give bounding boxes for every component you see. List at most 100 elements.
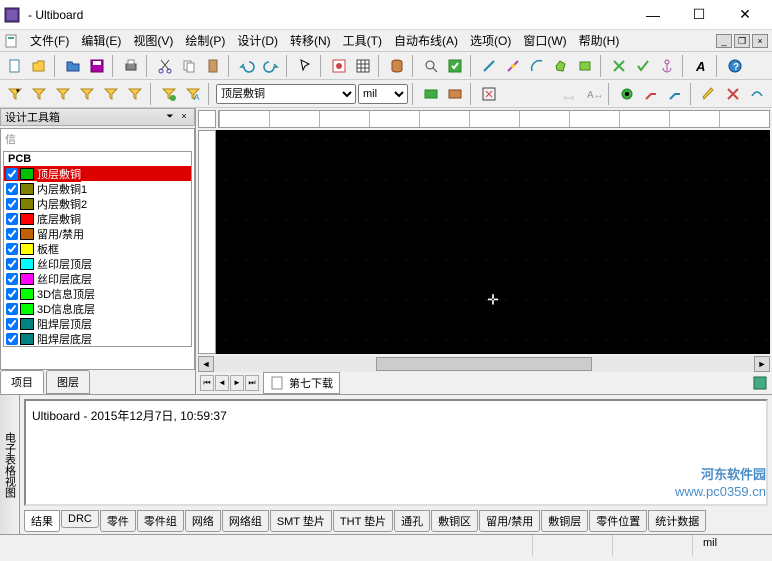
bottom-tab[interactable]: THT 垫片 (333, 510, 393, 532)
new-button[interactable] (4, 55, 26, 77)
layer-row[interactable]: 板框 (4, 241, 191, 256)
layer-checkbox[interactable] (6, 228, 18, 240)
layer-row[interactable]: 阻焊层顶层 (4, 316, 191, 331)
scroll-right[interactable]: ► (754, 356, 770, 372)
poly-tool[interactable] (550, 55, 572, 77)
menu-edit[interactable]: 编辑(E) (75, 30, 127, 51)
layer-checkbox[interactable] (6, 168, 18, 180)
doc-tab[interactable]: 第七下载 (263, 372, 340, 394)
bottom-tab[interactable]: 网络 (185, 510, 221, 532)
dim2-tool[interactable]: A↔ (582, 83, 604, 105)
check2-tool[interactable] (632, 55, 654, 77)
scroll-thumb[interactable] (376, 357, 592, 371)
panel-pin-icon[interactable]: ⏷ (164, 111, 176, 123)
copy-button[interactable] (178, 55, 200, 77)
bottom-tab[interactable]: 留用/禁用 (479, 510, 540, 532)
open-folder-button[interactable] (62, 55, 84, 77)
layer-row[interactable]: 3D信息顶层 (4, 286, 191, 301)
layer-row[interactable]: 留用/禁用 (4, 226, 191, 241)
menu-autoroute[interactable]: 自动布线(A) (388, 30, 464, 51)
text-tool[interactable]: A (690, 55, 712, 77)
dim1-tool[interactable] (558, 83, 580, 105)
menu-window[interactable]: 窗口(W) (517, 30, 572, 51)
layer-row[interactable]: 阻焊层底层 (4, 331, 191, 346)
unit-combo[interactable]: mil (358, 84, 408, 104)
paste-button[interactable] (202, 55, 224, 77)
panel-close-icon[interactable]: × (178, 111, 190, 123)
bottom-tab[interactable]: 结果 (24, 510, 60, 532)
layer-checkbox[interactable] (6, 288, 18, 300)
save-button[interactable] (86, 55, 108, 77)
maximize-button[interactable]: ☐ (676, 0, 722, 30)
filter7[interactable] (158, 83, 180, 105)
spreadsheet-vtab[interactable]: 电子表格视图 (0, 395, 20, 534)
bottom-tab[interactable]: SMT 垫片 (270, 510, 332, 532)
cross-tool[interactable] (722, 83, 744, 105)
layer-checkbox[interactable] (6, 273, 18, 285)
via-tool[interactable] (616, 83, 638, 105)
undo-button[interactable] (236, 55, 258, 77)
trace2-tool[interactable] (664, 83, 686, 105)
filter3[interactable] (52, 83, 74, 105)
pcb-canvas[interactable]: ✛ (216, 130, 770, 354)
bottom-tab[interactable]: 敷铜区 (431, 510, 478, 532)
close-button[interactable]: ✕ (722, 0, 768, 30)
scroll-left[interactable]: ◄ (198, 356, 214, 372)
layer-checkbox[interactable] (6, 243, 18, 255)
bottom-tab[interactable]: 零件组 (137, 510, 184, 532)
pointer-button[interactable] (294, 55, 316, 77)
bottom-tab[interactable]: 零件 (100, 510, 136, 532)
layer-checkbox[interactable] (6, 258, 18, 270)
filter5[interactable] (100, 83, 122, 105)
grid-button[interactable] (352, 55, 374, 77)
menu-draw[interactable]: 绘制(P) (179, 30, 231, 51)
layer-checkbox[interactable] (6, 303, 18, 315)
menu-options[interactable]: 选项(O) (464, 30, 517, 51)
tab-project[interactable]: 项目 (0, 370, 44, 394)
bottom-tab[interactable]: 敷铜层 (541, 510, 588, 532)
check1-tool[interactable] (608, 55, 630, 77)
layer-row[interactable]: 内层敷铜2 (4, 196, 191, 211)
zoom-ext-tool[interactable] (478, 83, 500, 105)
path-tool[interactable] (746, 83, 768, 105)
bottom-tab[interactable]: DRC (61, 510, 99, 528)
redo-button[interactable] (260, 55, 282, 77)
tab-nav-prev[interactable]: ◄ (215, 375, 229, 391)
tab-nav-last[interactable]: ⏭ (245, 375, 259, 391)
cut-button[interactable] (154, 55, 176, 77)
bottom-tab[interactable]: 零件位置 (589, 510, 647, 532)
layer-combo[interactable]: 顶层敷铜 (216, 84, 356, 104)
panel-toggle-icon[interactable] (752, 375, 768, 391)
layer-checkbox[interactable] (6, 198, 18, 210)
find-button[interactable] (420, 55, 442, 77)
pcb-group-title[interactable]: PCB (4, 152, 191, 166)
help-button[interactable]: ? (724, 55, 746, 77)
line-tool[interactable] (478, 55, 500, 77)
trace1-tool[interactable] (640, 83, 662, 105)
menu-tools[interactable]: 工具(T) (337, 30, 388, 51)
filter6[interactable] (124, 83, 146, 105)
layer-checkbox[interactable] (6, 213, 18, 225)
rect-tool[interactable] (574, 55, 596, 77)
menu-file[interactable]: 文件(F) (24, 30, 75, 51)
bottom-tab[interactable]: 通孔 (394, 510, 430, 532)
board-color-tool[interactable] (444, 83, 466, 105)
tab-layers[interactable]: 图层 (46, 370, 90, 394)
tab-nav-next[interactable]: ► (230, 375, 244, 391)
filter8[interactable]: A (182, 83, 204, 105)
drc-button[interactable] (444, 55, 466, 77)
layer-row[interactable]: 顶层敷铜 (4, 166, 191, 181)
filter4[interactable] (76, 83, 98, 105)
mdi-close[interactable]: × (752, 34, 768, 48)
open-button[interactable] (28, 55, 50, 77)
menu-transfer[interactable]: 转移(N) (284, 30, 337, 51)
mdi-restore[interactable]: ❐ (734, 34, 750, 48)
menu-view[interactable]: 视图(V) (127, 30, 179, 51)
mdi-minimize[interactable]: _ (716, 34, 732, 48)
layer-row[interactable]: 底层敷铜 (4, 211, 191, 226)
bottom-tab[interactable]: 网络组 (222, 510, 269, 532)
edit-line-tool[interactable] (502, 55, 524, 77)
layer-row[interactable]: 丝印层底层 (4, 271, 191, 286)
layer-checkbox[interactable] (6, 318, 18, 330)
tree-root[interactable]: 信 (1, 129, 194, 149)
